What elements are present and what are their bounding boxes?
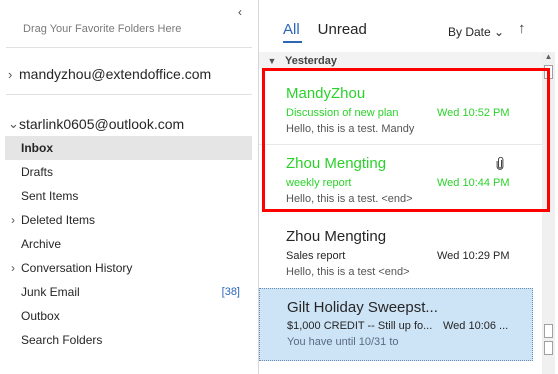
folder-label: Archive	[21, 237, 62, 251]
folder-pane: ‹ Drag Your Favorite Folders Here › mand…	[0, 0, 258, 374]
account-starlink[interactable]: ⌄ starlink0605@outlook.com	[8, 116, 184, 132]
tab-all[interactable]: All	[283, 21, 300, 38]
chevron-right-icon[interactable]: ›	[5, 213, 21, 227]
message-preview: Hello, this is a test <end>	[286, 266, 410, 278]
highlight-box	[262, 68, 550, 212]
sort-direction-icon[interactable]: ↑	[518, 20, 526, 37]
folder-label: Sent Items	[21, 189, 79, 203]
sort-dropdown[interactable]: By Date ⌄	[448, 25, 504, 39]
folder-label: Search Folders	[21, 333, 103, 347]
chevron-right-icon[interactable]: ›	[5, 261, 21, 275]
folder-label: Inbox	[21, 141, 53, 155]
folder-drafts[interactable]: Drafts	[5, 160, 252, 184]
group-header-yesterday[interactable]: ▼ Yesterday	[259, 52, 542, 69]
unread-count: [38]	[221, 286, 240, 298]
folder-outbox[interactable]: Outbox	[5, 304, 252, 328]
folder-label: Drafts	[21, 165, 54, 179]
favorites-hint: Drag Your Favorite Folders Here	[23, 23, 182, 35]
divider	[6, 94, 252, 95]
group-label: Yesterday	[285, 54, 337, 67]
chevron-down-icon: ⌄	[494, 25, 505, 39]
message-preview: You have until 10/31 to	[287, 336, 399, 348]
scroll-up-icon[interactable]: ▲	[542, 52, 555, 64]
message-sender: Zhou Mengting	[286, 228, 387, 245]
folder-conversation-history[interactable]: › Conversation History	[5, 256, 252, 280]
account-name: mandyzhou@extendoffice.com	[19, 66, 212, 82]
collapse-pane-icon[interactable]: ‹	[238, 5, 242, 19]
folder-search-folders[interactable]: Search Folders	[5, 328, 252, 352]
folder-label: Conversation History	[21, 261, 133, 275]
folder-junk-email[interactable]: Junk Email [38]	[5, 280, 252, 304]
account-mandyzhou[interactable]: › mandyzhou@extendoffice.com	[8, 66, 211, 82]
tab-unread[interactable]: Unread	[318, 21, 367, 38]
message-subject: Sales report	[286, 250, 346, 262]
active-tab-indicator	[283, 41, 302, 43]
chevron-down-icon[interactable]: ▼	[259, 56, 285, 66]
message-time: Wed 10:29 PM	[437, 250, 510, 262]
divider	[6, 47, 252, 48]
folder-archive[interactable]: Archive	[5, 232, 252, 256]
folder-inbox[interactable]: Inbox	[5, 136, 252, 160]
message-subject: $1,000 CREDIT -- Still up fo...	[287, 320, 433, 332]
folder-label: Junk Email	[21, 285, 80, 299]
message-row[interactable]: Zhou Mengting Sales report Wed 10:29 PM …	[259, 228, 542, 286]
message-sender: Gilt Holiday Sweepst...	[287, 299, 438, 316]
sort-label: By Date	[448, 25, 491, 39]
scroll-marker	[544, 341, 553, 355]
folder-deleted-items[interactable]: › Deleted Items	[5, 208, 252, 232]
chevron-down-icon[interactable]: ⌄	[8, 116, 19, 132]
message-row-selected[interactable]: Gilt Holiday Sweepst... $1,000 CREDIT --…	[259, 288, 533, 361]
message-time: Wed 10:06 ...	[443, 320, 509, 332]
account-name: starlink0605@outlook.com	[19, 116, 185, 132]
folder-label: Deleted Items	[21, 213, 96, 227]
folder-label: Outbox	[21, 309, 60, 323]
filter-tabs: All Unread	[283, 21, 367, 38]
folder-sent-items[interactable]: Sent Items	[5, 184, 252, 208]
scroll-marker	[544, 324, 553, 338]
chevron-right-icon[interactable]: ›	[8, 67, 19, 82]
